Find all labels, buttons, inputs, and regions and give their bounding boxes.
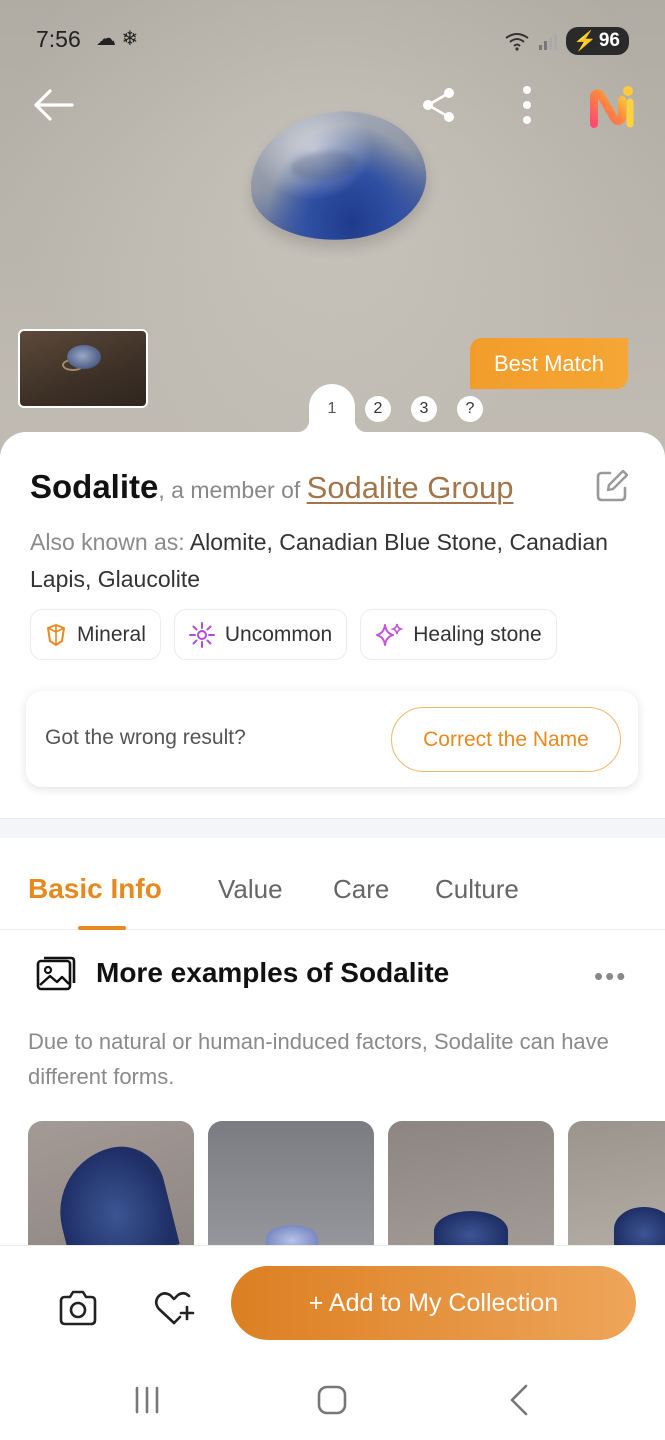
arrow-left-icon — [34, 89, 74, 121]
example-stone — [46, 1137, 180, 1245]
battery-level: 96 — [598, 30, 620, 51]
weather-icons: ☁ ❄ — [96, 28, 139, 50]
home-icon[interactable] — [312, 1380, 352, 1420]
best-match-badge: Best Match — [470, 338, 628, 389]
example-image-4[interactable] — [568, 1121, 665, 1245]
examples-more-button[interactable]: ••• — [594, 961, 627, 992]
recents-icon[interactable] — [127, 1380, 167, 1420]
chip-label: Uncommon — [224, 622, 333, 646]
wifi-icon — [505, 33, 529, 51]
result-card: Sodalite, a member of Sodalite Group Als… — [0, 432, 665, 818]
app-logo-icon[interactable] — [588, 84, 640, 130]
tab-basic-info[interactable]: Basic Info — [28, 873, 162, 905]
add-to-collection-button[interactable]: + Add to My Collection — [231, 1266, 636, 1340]
edit-icon — [596, 469, 629, 502]
examples-title: More examples of Sodalite — [96, 957, 450, 988]
wrong-result-text: Got the wrong result? — [45, 726, 246, 749]
chip-healing-stone[interactable]: Healing stone — [360, 609, 557, 660]
examples-gallery — [28, 1121, 665, 1245]
result-name: Sodalite — [30, 468, 159, 505]
wrong-result-box: Got the wrong result? Correct the Name — [26, 691, 638, 787]
notch-corner-left — [297, 420, 309, 432]
example-stone — [434, 1211, 508, 1245]
battery-leaf-icon: ⚡ — [573, 31, 597, 52]
chip-label: Healing stone — [413, 622, 542, 646]
page-unknown[interactable]: ? — [457, 396, 483, 422]
edit-button[interactable] — [594, 468, 630, 504]
section-tabs: Basic Info Value Care Culture — [0, 838, 665, 930]
sparkles-icon — [376, 623, 404, 646]
member-of-text: , a member of — [158, 477, 307, 503]
examples-description: Due to natural or human-induced factors,… — [28, 1029, 609, 1089]
page-1[interactable]: 1 — [319, 396, 345, 422]
thumbnail-stone — [67, 345, 101, 369]
status-bar: 7:56 ☁ ❄ ⚡ 96 — [0, 0, 665, 78]
example-image-3[interactable] — [388, 1121, 554, 1245]
tab-culture[interactable]: Culture — [435, 874, 519, 905]
bottom-action-bar: + Add to My Collection — [0, 1245, 665, 1360]
hero-image: 7:56 ☁ ❄ ⚡ 96 Best Match 1 2 3 ? — [0, 0, 665, 470]
aka-label: Also known as: — [30, 529, 190, 555]
result-title-row: Sodalite, a member of Sodalite Group — [30, 468, 513, 506]
more-vertical-icon — [523, 86, 531, 124]
tab-care[interactable]: Care — [333, 874, 389, 905]
back-button[interactable] — [28, 80, 78, 130]
sparkle-sun-icon — [188, 621, 215, 648]
active-tab-indicator — [78, 926, 126, 930]
example-image-1[interactable] — [28, 1121, 194, 1245]
tag-chips: Mineral Uncommon Healing stone — [30, 609, 557, 660]
status-time: 7:56 — [36, 26, 81, 52]
example-stone — [614, 1207, 665, 1245]
also-known-as: Also known as: Alomite, Canadian Blue St… — [30, 524, 630, 598]
page-3[interactable]: 3 — [411, 396, 437, 422]
correct-name-button[interactable]: Correct the Name — [391, 707, 621, 772]
camera-icon[interactable] — [57, 1289, 99, 1327]
share-icon — [423, 88, 454, 122]
status-right: ⚡ 96 — [504, 27, 629, 55]
image-gallery-icon — [36, 956, 76, 991]
example-stone — [266, 1225, 318, 1245]
page-2[interactable]: 2 — [365, 396, 391, 422]
group-link[interactable]: Sodalite Group — [307, 470, 514, 505]
chip-uncommon[interactable]: Uncommon — [173, 609, 348, 660]
notch-corner-right — [355, 420, 367, 432]
section-divider — [0, 818, 665, 838]
example-image-2[interactable] — [208, 1121, 374, 1245]
examples-header: More examples of Sodalite ••• — [36, 955, 636, 995]
battery-indicator: ⚡ 96 — [566, 27, 629, 55]
share-button[interactable] — [414, 80, 464, 130]
nav-back-icon[interactable] — [498, 1380, 538, 1420]
chip-mineral[interactable]: Mineral — [30, 609, 161, 660]
chip-label: Mineral — [77, 622, 146, 646]
heart-plus-icon[interactable] — [153, 1289, 195, 1327]
system-nav-bar — [0, 1360, 665, 1440]
more-options-button[interactable] — [502, 80, 552, 130]
crystal-icon — [47, 623, 65, 646]
cellular-signal-icon — [539, 33, 558, 50]
tab-value[interactable]: Value — [218, 874, 283, 905]
